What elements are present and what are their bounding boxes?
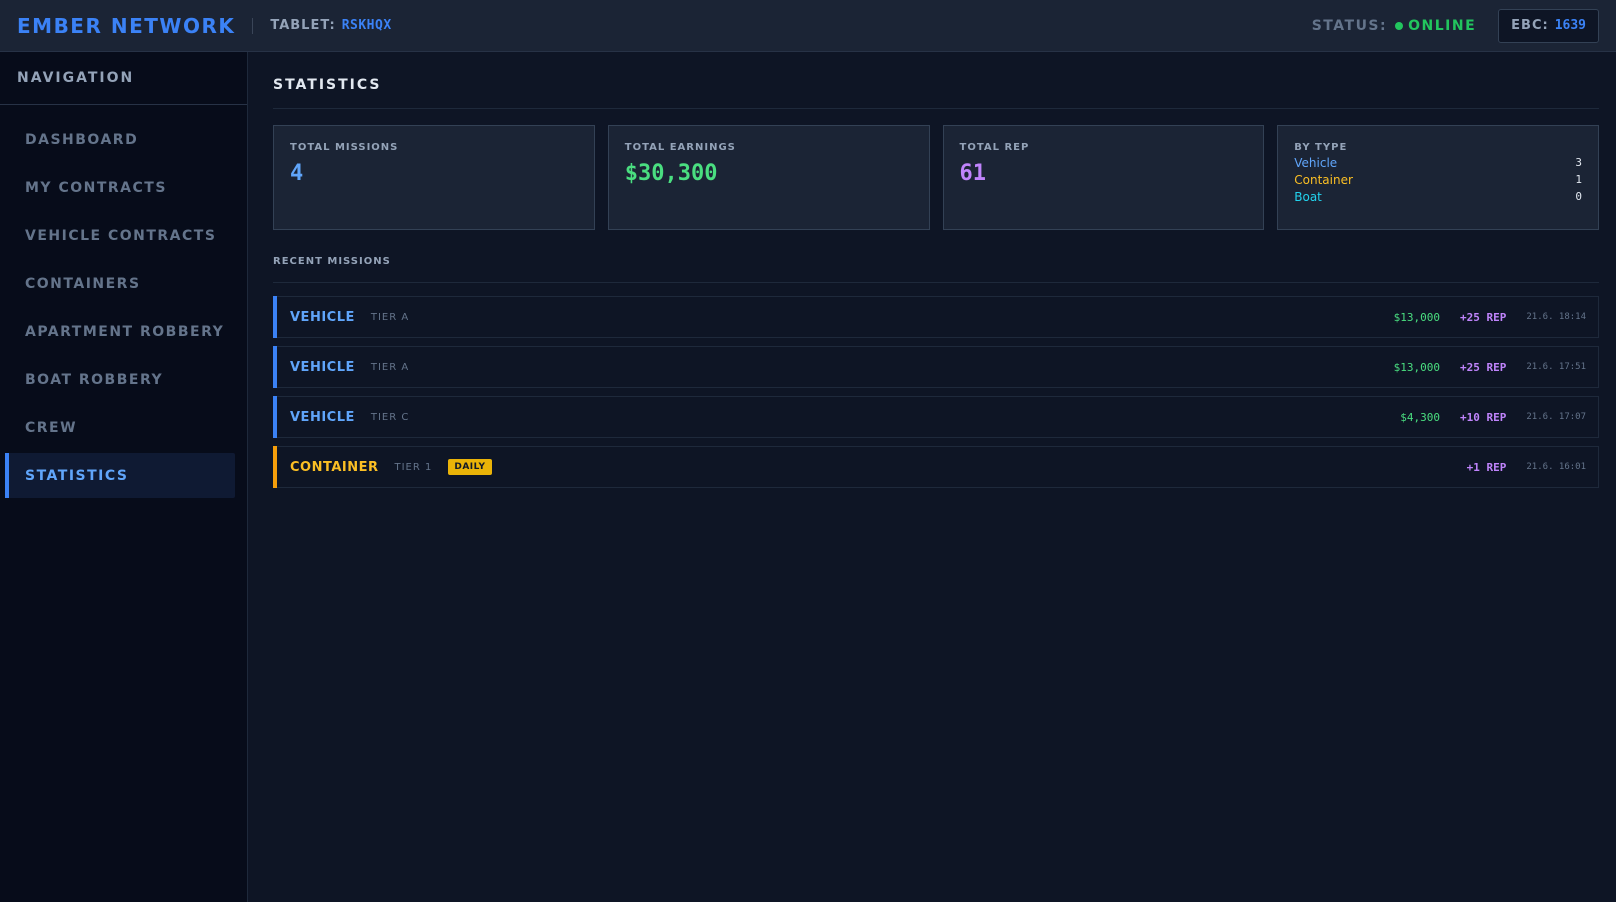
- by-type-row-boat: Boat 0: [1294, 190, 1582, 204]
- mission-tier: TIER C: [370, 411, 410, 423]
- mission-meta: $13,000 +25 REP 21.6. 17:51: [1394, 361, 1586, 374]
- mission-time: 21.6. 17:51: [1526, 362, 1586, 372]
- nav-list: DASHBOARD MY CONTRACTS VEHICLE CONTRACTS…: [0, 105, 247, 498]
- daily-badge: DAILY: [448, 459, 492, 475]
- sidebar-item-vehicle-contracts[interactable]: VEHICLE CONTRACTS: [5, 213, 235, 258]
- mission-row: VEHICLE TIER A $13,000 +25 REP 21.6. 17:…: [273, 346, 1599, 388]
- recent-missions-list: VEHICLE TIER A $13,000 +25 REP 21.6. 18:…: [273, 296, 1599, 488]
- mission-tier: TIER 1: [394, 461, 433, 473]
- mission-rep: +1 REP: [1466, 460, 1507, 474]
- sidebar-item-containers[interactable]: CONTAINERS: [5, 261, 235, 306]
- sidebar-item-apartment-robbery[interactable]: APARTMENT ROBBERY: [5, 309, 235, 354]
- top-bar: EMBER NETWORK TABLET: RSKHQX STATUS: ONL…: [0, 0, 1616, 52]
- sidebar-item-statistics[interactable]: STATISTICS: [5, 453, 235, 498]
- header-status-area: STATUS: ONLINE EBC: 1639: [1311, 8, 1599, 43]
- mission-row: VEHICLE TIER A $13,000 +25 REP 21.6. 18:…: [273, 296, 1599, 338]
- status-dot-icon: [1395, 21, 1404, 30]
- page-title: STATISTICS: [273, 52, 1599, 109]
- by-type-count: 3: [1575, 156, 1582, 169]
- mission-row: VEHICLE TIER C $4,300 +10 REP 21.6. 17:0…: [273, 396, 1599, 438]
- mission-tier: TIER A: [370, 311, 410, 323]
- sidebar-item-my-contracts[interactable]: MY CONTRACTS: [5, 165, 235, 210]
- mission-tier: TIER A: [370, 361, 410, 373]
- total-rep-value: 61: [959, 161, 987, 186]
- ebc-value: 1639: [1554, 18, 1586, 33]
- mission-type: CONTAINER: [290, 459, 379, 475]
- ebc-balance-box: EBC: 1639: [1498, 8, 1599, 43]
- card-label: TOTAL EARNINGS: [624, 142, 736, 153]
- mission-time: 21.6. 17:07: [1526, 412, 1586, 422]
- mission-rep: +25 REP: [1460, 310, 1507, 324]
- total-missions-card: TOTAL MISSIONS 4: [273, 125, 595, 230]
- mission-type: VEHICLE: [290, 359, 355, 375]
- mission-rep: +10 REP: [1460, 410, 1507, 424]
- by-type-count: 1: [1575, 173, 1582, 186]
- sidebar-item-boat-robbery[interactable]: BOAT ROBBERY: [5, 357, 235, 402]
- brand-title: EMBER NETWORK: [17, 13, 236, 38]
- header-divider: [252, 17, 254, 34]
- ebc-label: EBC:: [1511, 18, 1549, 33]
- recent-missions-title: RECENT MISSIONS: [273, 256, 1599, 283]
- mission-earnings: $13,000: [1393, 310, 1441, 324]
- card-label: TOTAL MISSIONS: [290, 142, 399, 153]
- tablet-label: TABLET:: [270, 18, 336, 33]
- mission-row: CONTAINER TIER 1 DAILY +1 REP 21.6. 16:0…: [273, 446, 1599, 488]
- mission-time: 21.6. 18:14: [1526, 312, 1586, 322]
- nav-title: NAVIGATION: [0, 52, 247, 105]
- total-rep-card: TOTAL REP 61: [942, 125, 1265, 230]
- mission-type: VEHICLE: [290, 409, 355, 425]
- mission-type: VEHICLE: [290, 309, 355, 325]
- total-earnings-value: $30,300: [624, 161, 718, 186]
- mission-meta: $4,300 +10 REP 21.6. 17:07: [1400, 411, 1586, 424]
- sidebar-item-crew[interactable]: CREW: [5, 405, 235, 450]
- sidebar-item-dashboard[interactable]: DASHBOARD: [5, 117, 235, 162]
- status-label: STATUS:: [1311, 17, 1388, 34]
- total-missions-value: 4: [290, 161, 304, 186]
- by-type-row-container: Container 1: [1294, 173, 1582, 187]
- status-value: ONLINE: [1408, 17, 1477, 34]
- mission-meta: +1 REP 21.6. 16:01: [1447, 461, 1586, 474]
- card-label: TOTAL REP: [959, 142, 1030, 153]
- by-type-name: Container: [1294, 173, 1353, 187]
- sidebar: NAVIGATION DASHBOARD MY CONTRACTS VEHICL…: [0, 52, 248, 902]
- card-label: BY TYPE: [1294, 142, 1348, 153]
- by-type-name: Boat: [1294, 190, 1322, 204]
- stat-cards: TOTAL MISSIONS 4 TOTAL EARNINGS $30,300 …: [273, 125, 1599, 230]
- by-type-card: BY TYPE Vehicle 3 Container 1 Boat 0: [1277, 125, 1599, 230]
- mission-rep: +25 REP: [1460, 360, 1507, 374]
- by-type-row-vehicle: Vehicle 3: [1294, 156, 1582, 170]
- mission-meta: $13,000 +25 REP 21.6. 18:14: [1394, 311, 1586, 324]
- tablet-id: RSKHQX: [341, 18, 392, 33]
- mission-earnings: $4,300: [1400, 410, 1441, 424]
- main-content: STATISTICS TOTAL MISSIONS 4 TOTAL EARNIN…: [273, 52, 1599, 496]
- mission-time: 21.6. 16:01: [1526, 462, 1586, 472]
- mission-earnings: $13,000: [1393, 360, 1441, 374]
- by-type-count: 0: [1575, 190, 1582, 203]
- total-earnings-card: TOTAL EARNINGS $30,300: [607, 125, 930, 230]
- by-type-name: Vehicle: [1294, 156, 1338, 170]
